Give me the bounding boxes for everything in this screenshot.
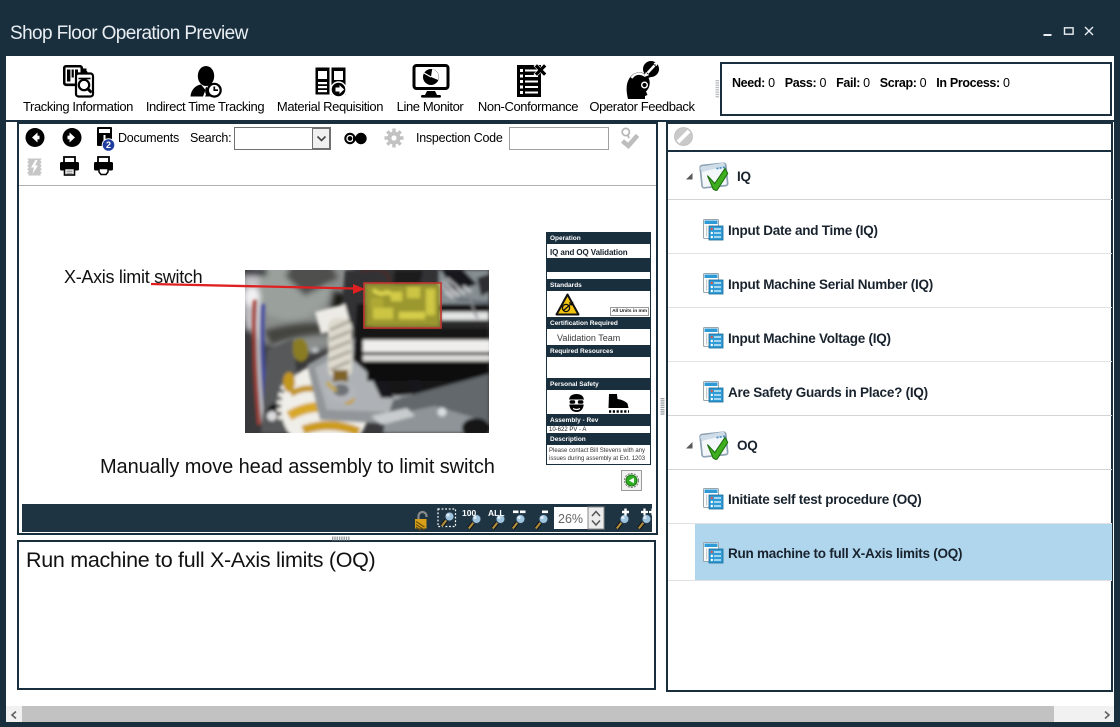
svg-text:26%: 26% [558, 512, 583, 526]
svg-text:2: 2 [106, 140, 111, 150]
svg-text:ALL: ALL [488, 508, 505, 518]
svg-text:100: 100 [462, 508, 476, 518]
